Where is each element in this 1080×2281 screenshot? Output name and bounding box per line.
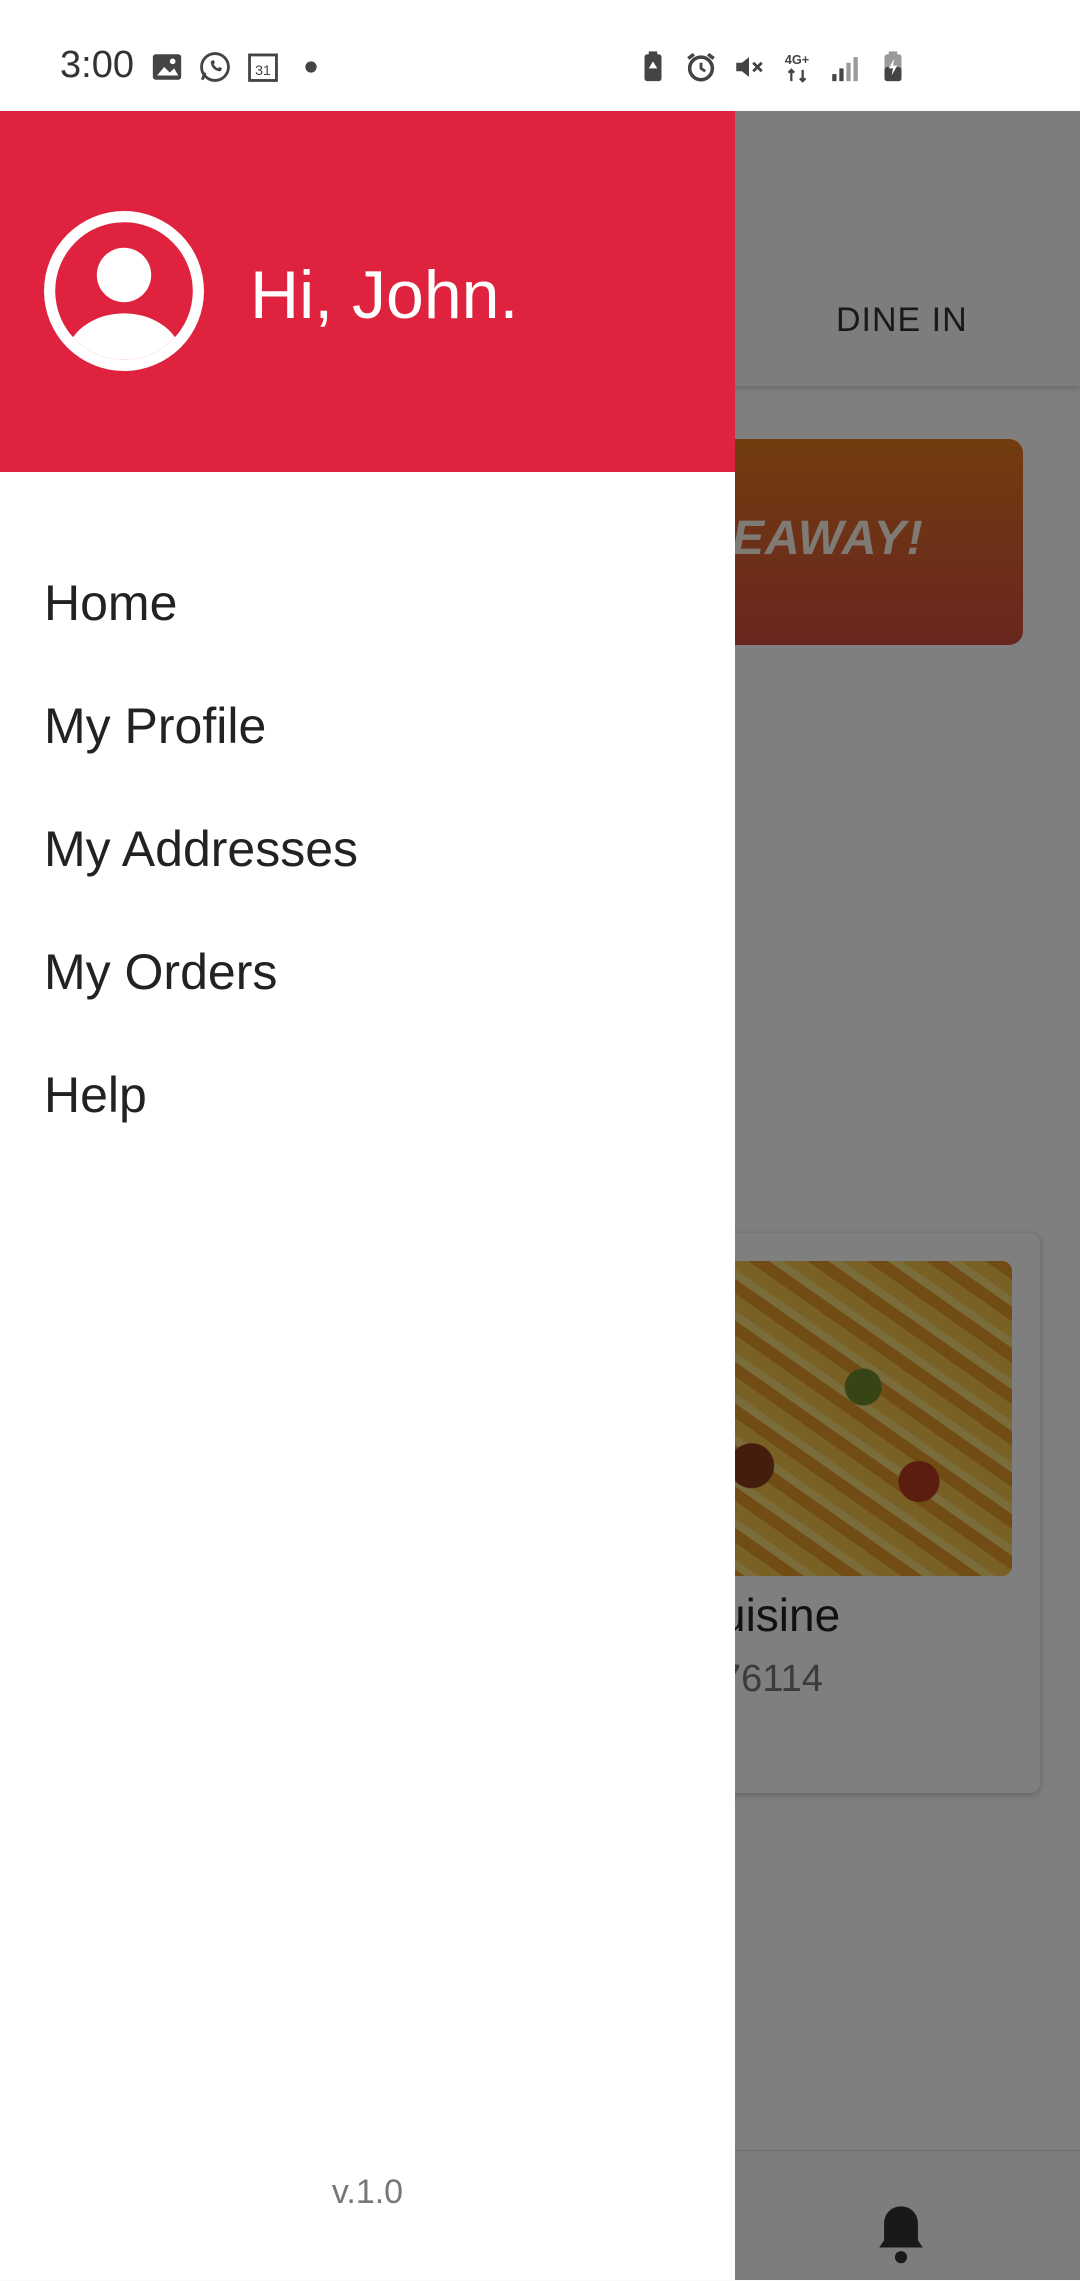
app-version: v.1.0 (331, 2173, 404, 2211)
greeting-text: Hi, John. (250, 257, 519, 333)
menu-item-my-profile[interactable]: My Profile (0, 664, 735, 787)
drawer-header: Hi, John. (0, 111, 735, 472)
4g-icon: 4G+ (785, 52, 809, 83)
battery-charging-icon (884, 51, 902, 82)
menu-item-my-addresses[interactable]: My Addresses (0, 787, 735, 910)
navigation-drawer: Hi, John. Home My Profile My Addresses M… (0, 111, 735, 2280)
status-bar: 3:00 31 4G+ (0, 0, 1080, 111)
gallery-icon (152, 54, 182, 80)
battery-saver-icon (644, 51, 662, 82)
status-time: 3:00 (60, 44, 134, 86)
menu-item-help[interactable]: Help (0, 1033, 735, 1156)
user-avatar-icon (44, 211, 204, 371)
alarm-icon (687, 52, 715, 82)
notification-icons: 31 (150, 50, 328, 84)
whatsapp-icon (200, 52, 230, 82)
signal-icon (832, 57, 858, 82)
calendar-day: 31 (255, 63, 271, 79)
mute-icon (736, 57, 763, 77)
svg-text:4G+: 4G+ (785, 52, 809, 67)
calendar-icon: 31 (248, 53, 278, 82)
system-icons: 4G+ (636, 50, 910, 84)
drawer-menu: Home My Profile My Addresses My Orders H… (0, 541, 735, 1156)
dot-icon (305, 61, 317, 73)
menu-item-home[interactable]: Home (0, 541, 735, 664)
menu-item-my-orders[interactable]: My Orders (0, 910, 735, 1033)
